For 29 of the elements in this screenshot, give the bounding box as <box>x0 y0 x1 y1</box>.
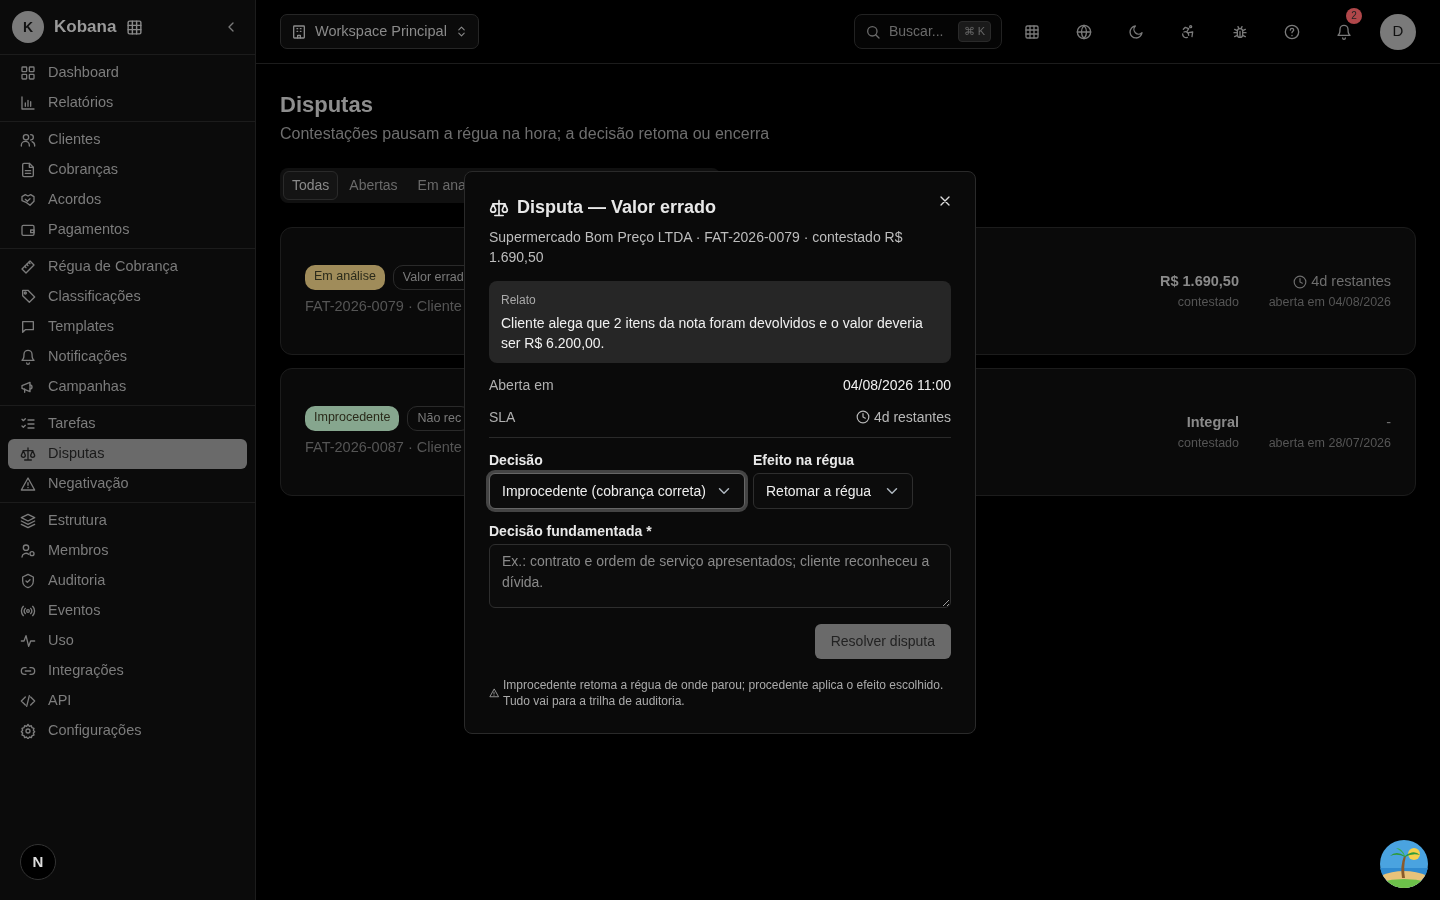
detail-value: 4d restantes <box>873 407 951 427</box>
amount: Integral <box>1185 413 1239 433</box>
page-subtitle: Contestações pausam a régua na hora; a decisão retoma ou encerra <box>280 124 771 145</box>
audit-note: Improcedente retoma a régua de onde parou; procedente aplica o efeito escolhido. Tudo vai para a trilha de auditoria. <box>503 677 945 709</box>
org-name: Kobana <box>54 16 117 39</box>
dialog-subtitle: Supermercado Bom Preço LTDA · FAT-2026-0079 · contestado R$ 1.690,50 <box>489 228 904 267</box>
detail-value: 04/08/2026 11:00 <box>843 375 951 395</box>
dialog-title: Disputa — Valor errado <box>517 196 717 219</box>
amount-note: contestado <box>1176 434 1239 452</box>
detail-label: SLA <box>489 407 516 427</box>
shortcut-hint: ⌘ K <box>957 21 991 42</box>
opened-date: aberta em 04/08/2026 <box>1267 293 1391 311</box>
opened-date: aberta em 28/07/2026 <box>1267 434 1391 452</box>
page-title: Disputas <box>280 92 374 119</box>
field-label: Efeito na régua <box>753 451 856 470</box>
report-text: Cliente alega que 2 itens da nota foram devolvidos e o valor deveria ser R$ 6.200,00. <box>501 314 924 353</box>
status-badge: Improcedente <box>305 406 400 431</box>
amount: R$ 1.690,50 <box>1159 272 1239 292</box>
report-label: Relato <box>501 292 537 309</box>
field-label: Decisão <box>489 451 544 470</box>
status-badge: Em análise <box>305 265 385 290</box>
sla-remaining: 4d restantes <box>1311 272 1391 292</box>
detail-label: Aberta em <box>489 375 554 395</box>
invoice-reference: FAT-2026-0087 · Cliente <box>305 437 463 457</box>
field-label: Decisão fundamentada * <box>489 522 653 541</box>
amount-note: contestado <box>1176 293 1239 311</box>
invoice-reference: FAT-2026-0079 · Cliente <box>305 296 463 316</box>
notification-count: 2 <box>1346 7 1362 24</box>
sla-remaining: - <box>1386 413 1391 433</box>
